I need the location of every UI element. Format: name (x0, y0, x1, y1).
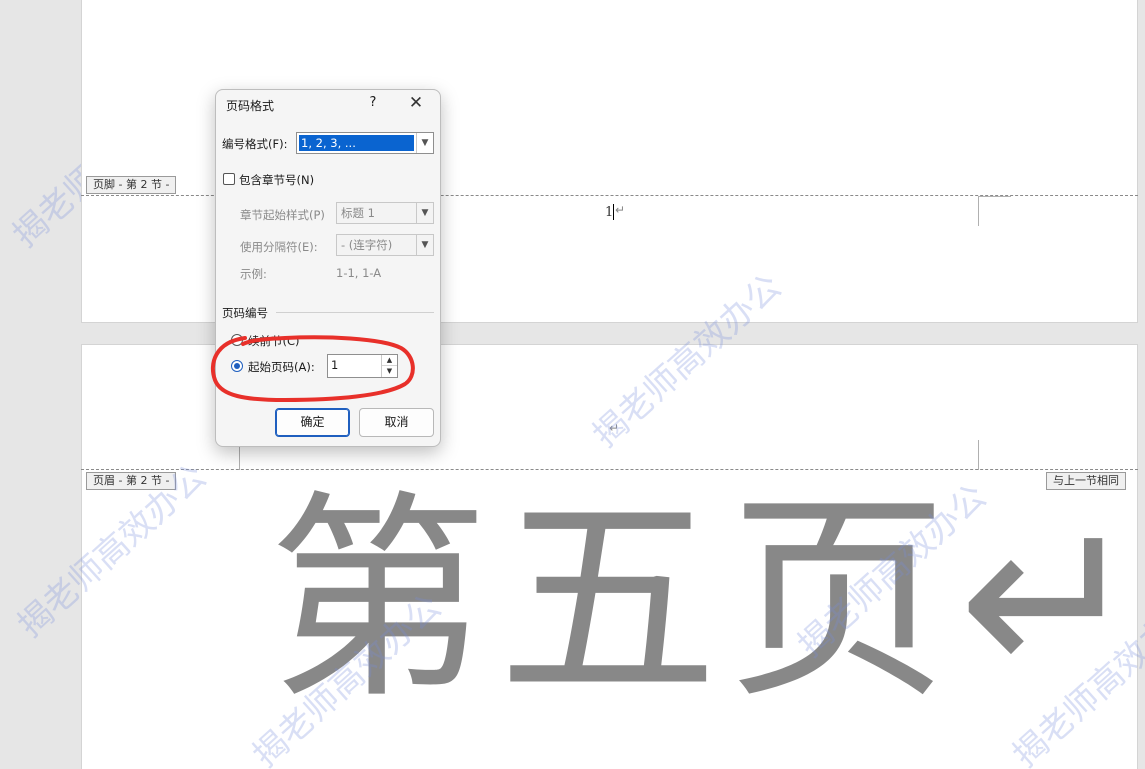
margin-corner-mark (978, 440, 979, 470)
footer-section-tag: 页脚 - 第 2 节 - (86, 176, 177, 194)
chapter-style-label: 章节起始样式(P) (240, 208, 325, 222)
continue-radio[interactable] (231, 334, 243, 346)
example-label: 示例: (240, 267, 267, 281)
chapter-style-select[interactable]: 标题 1 ▼ (336, 202, 434, 224)
separator-value: - (连字符) (341, 238, 393, 252)
stepper-buttons: ▲ ▼ (381, 355, 397, 377)
start-at-value: 1 (331, 358, 339, 372)
separator-select[interactable]: - (连字符) ▼ (336, 234, 434, 256)
number-format-select[interactable]: 1, 2, 3, ... ▼ (296, 132, 434, 154)
chapter-style-value: 标题 1 (341, 206, 375, 220)
margin-corner-mark (979, 196, 1011, 197)
increment-icon[interactable]: ▲ (382, 355, 397, 366)
include-chapter-checkbox[interactable] (223, 173, 235, 185)
start-at-stepper[interactable]: 1 ▲ ▼ (327, 354, 398, 378)
chevron-down-icon[interactable]: ▼ (416, 203, 433, 223)
group-divider (276, 312, 434, 313)
start-at-radio[interactable] (231, 360, 243, 372)
chevron-down-icon[interactable]: ▼ (416, 235, 433, 255)
page-body-text[interactable]: 第五页↵ (268, 490, 1145, 710)
paragraph-mark: ↵ (615, 203, 626, 217)
number-format-label: 编号格式(F): (222, 137, 288, 151)
close-button[interactable]: ✕ (406, 93, 426, 113)
separator-label: 使用分隔符(E): (240, 240, 318, 254)
example-value: 1-1, 1-A (336, 266, 382, 280)
paragraph-mark: ↵ (609, 421, 620, 435)
header-section-tag: 页眉 - 第 2 节 - (86, 472, 177, 490)
start-at-label[interactable]: 起始页码(A): (248, 359, 315, 375)
cancel-button[interactable]: 取消 (359, 408, 434, 437)
help-button[interactable]: ? (366, 95, 380, 110)
continue-label[interactable]: 续前节(C) (248, 333, 300, 349)
chevron-down-icon[interactable]: ▼ (416, 133, 433, 153)
text-cursor (613, 204, 614, 220)
ok-button[interactable]: 确定 (275, 408, 350, 437)
decrement-icon[interactable]: ▼ (382, 366, 397, 377)
include-chapter-label[interactable]: 包含章节号(N) (239, 172, 314, 188)
margin-corner-mark (978, 196, 979, 226)
dialog-title: 页码格式 (226, 99, 275, 113)
number-format-value: 1, 2, 3, ... (299, 135, 414, 151)
page-number-format-dialog: 页码格式 ? ✕ 编号格式(F): 1, 2, 3, ... ▼ 包含章节号(N… (215, 89, 441, 447)
numbering-group-label: 页码编号 (222, 306, 268, 320)
